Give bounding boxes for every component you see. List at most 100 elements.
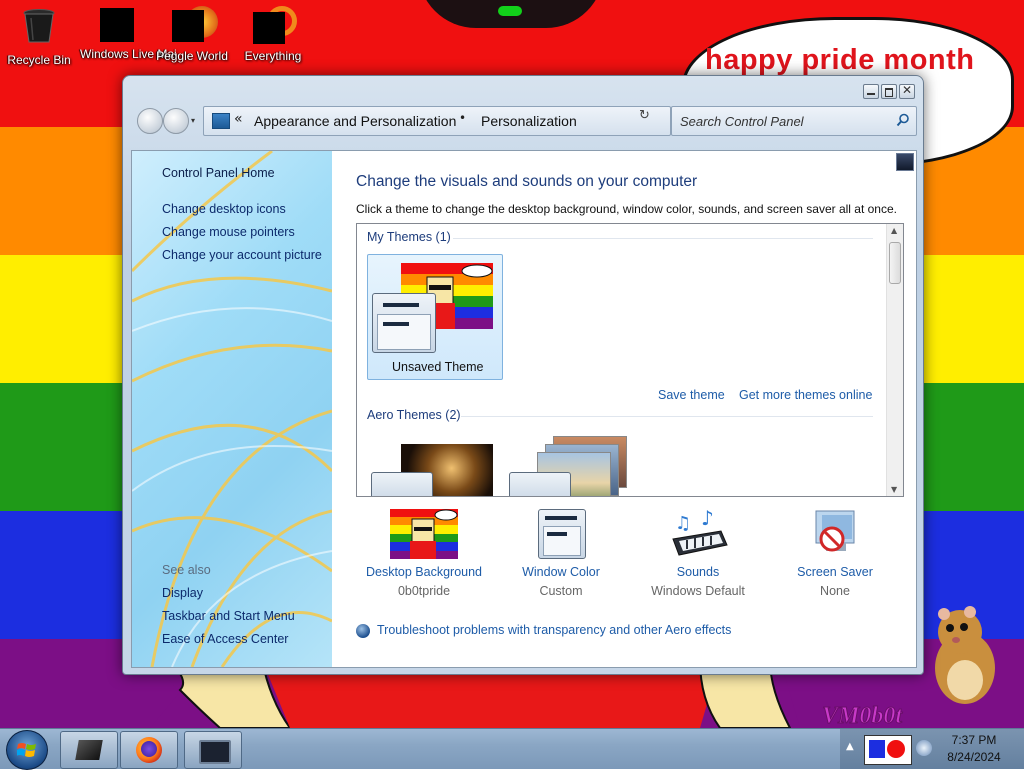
screen-saver-button[interactable]: Screen Saver None [765,509,905,598]
back-button[interactable] [137,108,163,134]
theme-label: Unsaved Theme [392,360,484,374]
navigation-bar: ▾ « Appearance and Personalization • Per… [133,100,917,144]
personalization-window: ✕ ▾ « Appearance and Personalization • P… [122,75,924,675]
windows-logo-icon [17,743,36,757]
taskbar-firefox-button[interactable] [120,731,178,769]
desktop-icon-label: Windows Live Mai [80,47,177,61]
breadcrumb-separator[interactable]: • [459,111,466,125]
troubleshoot-link[interactable]: Troubleshoot problems with transparency … [377,623,731,637]
caption-buttons: ✕ [863,83,915,99]
tasks-pane: Control Panel Home Change desktop icons … [132,151,332,667]
close-button[interactable]: ✕ [899,83,915,99]
scroll-up-icon[interactable]: ▲ [891,226,897,235]
taskbar: ▲ 7:37 PM 8/24/2024 [0,728,1024,770]
clock-time: 7:37 PM [951,733,997,747]
window-color-label: Window Color [522,565,600,579]
aero-themes-heading: Aero Themes (2) [367,408,461,422]
window-color-icon [526,509,596,559]
desktop-icon-recycle-bin[interactable]: Recycle Bin [2,6,76,67]
desktop-background-value: 0b0tpride [397,584,451,598]
scroll-down-icon[interactable]: ▼ [891,485,897,494]
screen-saver-label: Screen Saver [797,565,873,579]
themes-scrollbar[interactable]: ▲ ▼ [886,224,903,496]
sounds-value: Windows Default [651,584,745,598]
get-more-themes-link[interactable]: Get more themes online [739,388,872,402]
desktop-background-label: Desktop Background [365,565,483,579]
svg-text:♫: ♫ [675,513,691,534]
change-account-picture-link[interactable]: Change your account picture [162,248,322,262]
redacted-icon [100,2,142,42]
speech-bubble-text: happy pride month [705,44,975,76]
window-content: Control Panel Home Change desktop icons … [131,150,917,668]
ease-of-access-link[interactable]: Ease of Access Center [162,632,288,646]
recycle-bin-icon [23,9,55,43]
clock[interactable]: 7:37 PM 8/24/2024 [940,732,1008,766]
refresh-icon[interactable]: ↻ [639,108,650,123]
screen-saver-icon [800,509,870,559]
desktop-icon-windows-live-mail[interactable]: Windows Live Mai [80,2,177,61]
vm0b0t-watermark: VM0b0t [821,703,903,729]
my-themes-heading: My Themes (1) [367,230,451,244]
window-color-value: Custom [539,584,583,598]
breadcrumb-personalization[interactable]: Personalization [481,113,577,129]
control-panel-home-link[interactable]: Control Panel Home [162,166,275,180]
redacted-icon [253,6,297,44]
window-color-preview [371,472,433,496]
aero-theme-tile-landscapes[interactable] [509,430,633,496]
window-color-button[interactable]: Window Color Custom [491,509,631,598]
help-icon[interactable] [896,153,914,171]
start-button[interactable] [6,730,48,770]
desktop-icon-label: Recycle Bin [7,53,71,67]
taskbar-app-button[interactable] [60,731,118,769]
sounds-icon: ♫ ♪ [663,506,733,559]
screen-saver-value: None [820,584,850,598]
desktop-background-button[interactable]: Desktop Background 0b0tpride [354,509,494,598]
desktop-icon-label: Everything [244,49,302,63]
main-pane: Change the visuals and sounds on your co… [332,151,916,667]
svg-text:♪: ♪ [701,509,714,530]
taskbar-personalization-button[interactable] [184,731,242,769]
divider [461,416,873,417]
change-mouse-pointers-link[interactable]: Change mouse pointers [162,225,295,239]
save-theme-link[interactable]: Save theme [658,388,725,402]
recent-pages-icon[interactable]: ▾ [191,116,195,125]
control-panel-icon [212,113,230,129]
breadcrumb-overflow-icon[interactable]: « [234,111,243,127]
scroll-thumb[interactable] [889,242,901,284]
display-link[interactable]: Display [162,586,203,600]
clock-date: 8/24/2024 [947,750,1001,764]
window-color-preview [509,472,571,496]
forward-button[interactable] [163,108,189,134]
show-hidden-icons-button[interactable]: ▲ [846,741,854,752]
tray-app-icon[interactable] [864,735,912,765]
desktop-icon-everything[interactable]: Everything [236,6,310,63]
app-icon [75,740,103,760]
breadcrumb-appearance[interactable]: Appearance and Personalization [254,113,456,129]
network-icon[interactable] [916,740,932,756]
desktop-icon-label: Peggle World [156,49,228,63]
desktop-icon-peggle-world[interactable]: Peggle World [155,6,229,63]
page-subtitle: Click a theme to change the desktop back… [356,202,897,216]
window-color-preview [372,293,436,353]
sounds-label: Sounds [676,565,720,579]
sounds-button[interactable]: ♫ ♪ Sounds Windows Default [628,506,768,598]
taskbar-start-menu-link[interactable]: Taskbar and Start Menu [162,609,295,623]
troubleshoot-icon [356,624,370,638]
address-bar[interactable]: « Appearance and Personalization • Perso… [203,106,696,136]
aero-theme-tile-architecture[interactable] [371,438,495,496]
themes-list: My Themes (1) Unsaved Theme Save theme G… [356,223,904,497]
unsaved-theme-tile[interactable]: Unsaved Theme [367,254,503,380]
minimize-button[interactable] [863,84,879,99]
page-title: Change the visuals and sounds on your co… [356,173,698,190]
redacted-icon [172,6,218,44]
desktop-background-icon [389,509,459,560]
see-also-heading: See also [162,563,211,577]
change-desktop-icons-link[interactable]: Change desktop icons [162,202,286,216]
divider [453,238,873,239]
personalization-icon [199,740,231,764]
search-box[interactable] [671,106,917,136]
maximize-button[interactable] [881,84,897,99]
search-input[interactable] [672,107,892,135]
hamster-gadget[interactable] [930,600,1000,708]
search-icon[interactable] [896,113,910,127]
